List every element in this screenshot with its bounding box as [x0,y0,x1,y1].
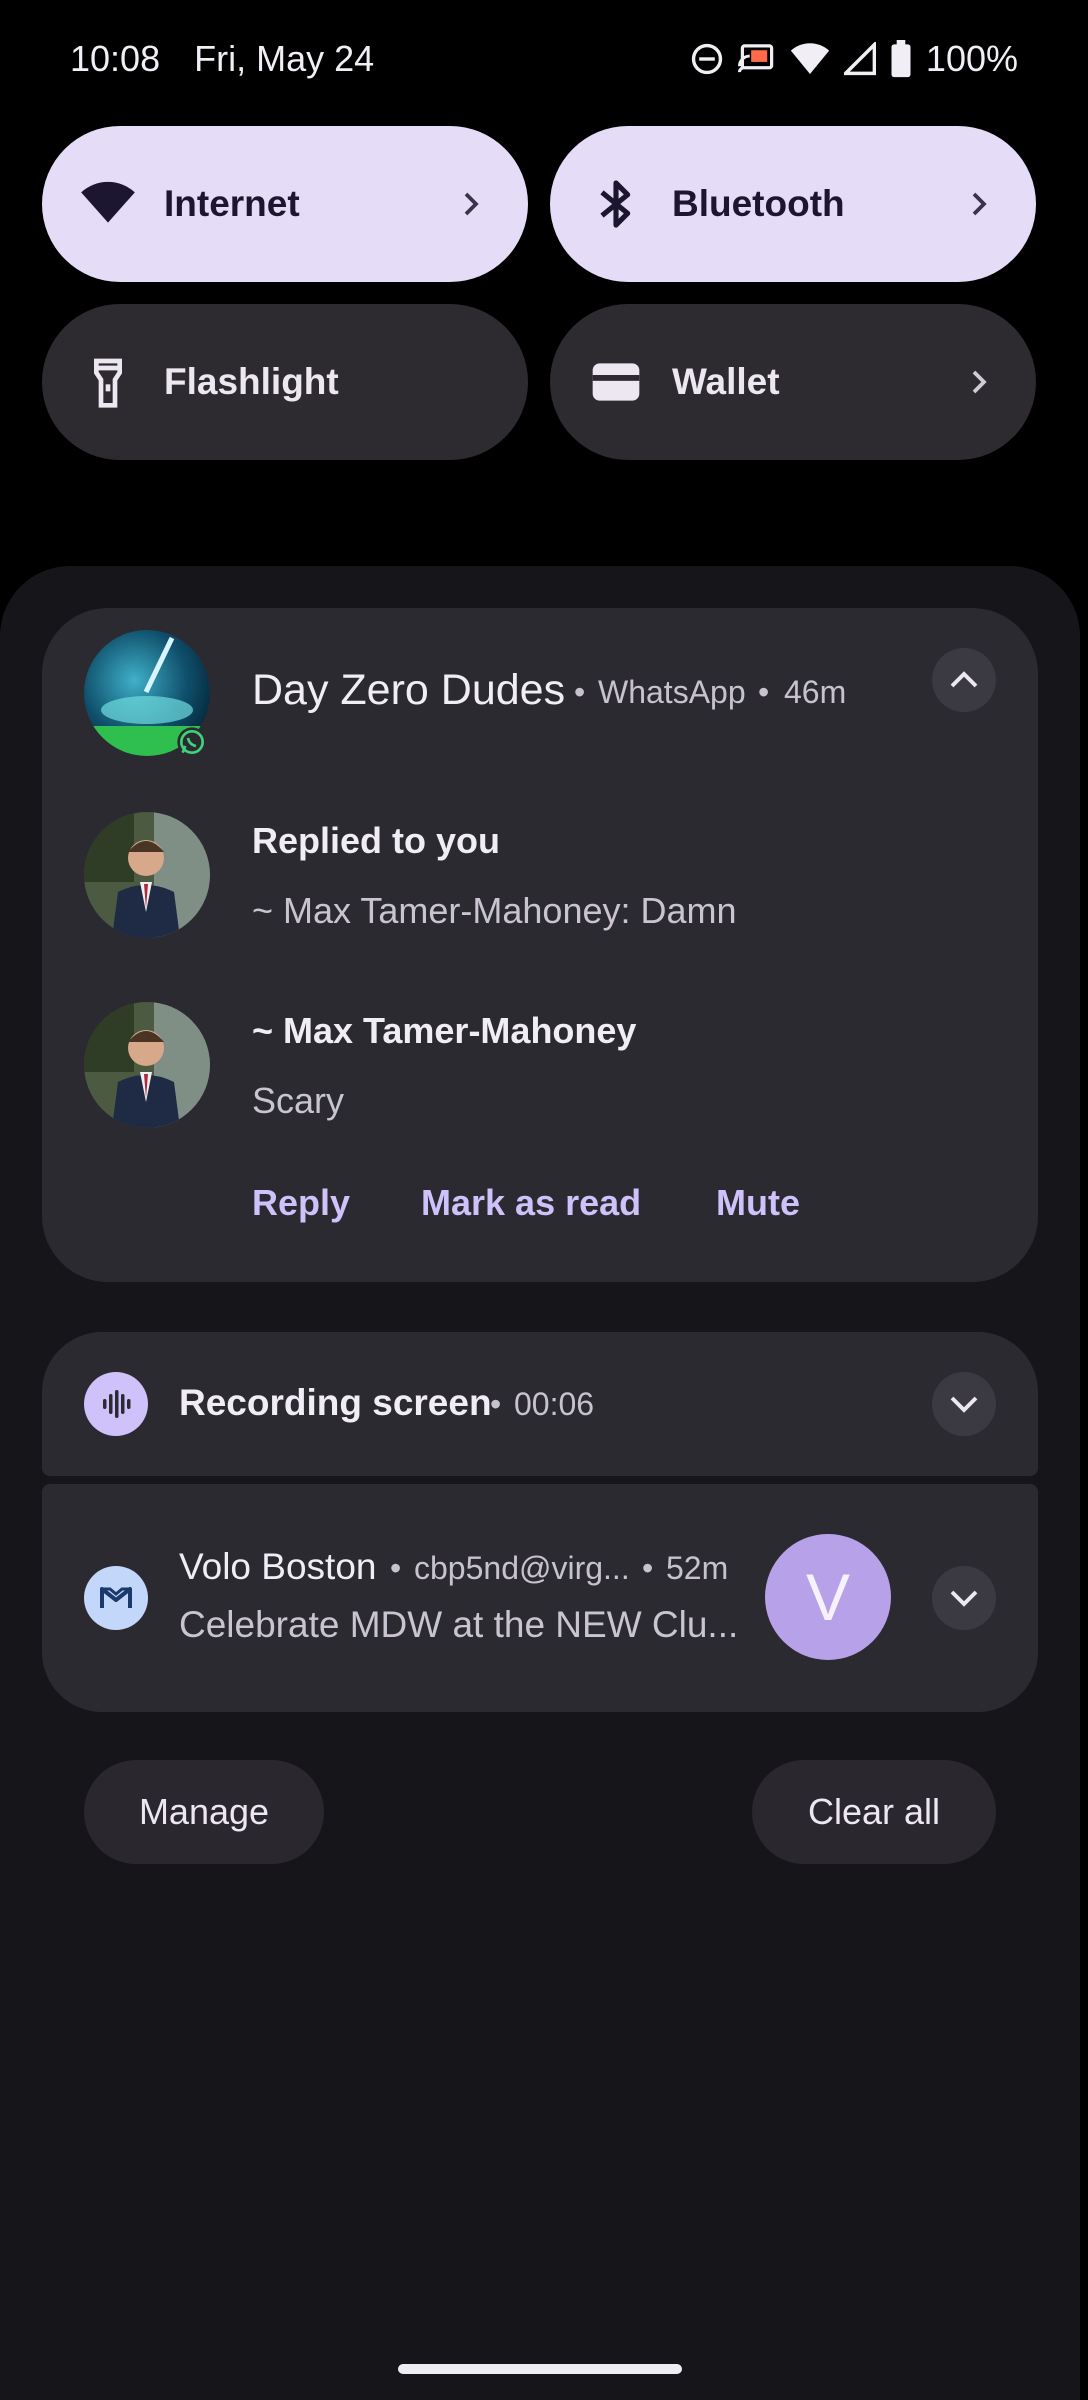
email-notification[interactable]: Volo Boston • cbp5nd@virg... • 52m Celeb… [42,1484,1038,1712]
tile-wallet[interactable]: Wallet [550,304,1036,460]
tile-internet[interactable]: Internet [42,126,528,282]
message-sender: ~ Max Tamer-Mahoney [252,1010,637,1051]
recorder-icon [84,1372,148,1436]
separator: • [758,674,770,710]
recording-elapsed: 00:06 [514,1386,595,1422]
chevron-up-icon [950,671,978,688]
bluetooth-icon [600,180,631,228]
clock: 10:08 [70,38,161,79]
notification-age: 52m [666,1550,729,1586]
clear-all-button[interactable]: Clear all [752,1760,996,1864]
email-preview: Celebrate MDW at the NEW Clu... [179,1604,739,1645]
expand-button[interactable] [932,1372,996,1436]
message-sender: Replied to you [252,820,501,861]
chevron-right-icon[interactable] [964,367,994,397]
whatsapp-notification[interactable]: Day Zero Dudes • WhatsApp • 46m Replied … [42,608,1038,1282]
wifi-icon [790,43,830,74]
collapse-button[interactable] [932,648,996,712]
tile-flashlight[interactable]: Flashlight [42,304,528,460]
email-account: cbp5nd@virg... [414,1550,630,1586]
battery-percent: 100% [925,38,1018,79]
expand-button[interactable] [932,1566,996,1630]
tile-label: Flashlight [164,361,339,402]
chevron-right-icon[interactable] [456,189,486,219]
chevron-down-icon [950,1396,978,1413]
tile-label: Wallet [672,361,780,402]
chevron-right-icon[interactable] [964,189,994,219]
chevron-down-icon [950,1590,978,1607]
do-not-disturb-icon [691,43,723,75]
mute-button[interactable]: Mute [716,1182,800,1224]
tile-bluetooth[interactable]: Bluetooth [550,126,1036,282]
reply-button[interactable]: Reply [252,1182,350,1224]
manage-button[interactable]: Manage [84,1760,324,1864]
recording-title: Recording screen [179,1382,492,1423]
separator: • [390,1550,402,1586]
tile-label: Bluetooth [672,183,845,224]
manage-label: Manage [138,1791,270,1832]
battery-icon [891,40,911,78]
email-sender: Volo Boston [179,1546,377,1587]
separator: • [642,1550,654,1586]
message-text: Scary [252,1080,345,1121]
notification-age: 46m [784,674,847,710]
wifi-icon [81,181,135,223]
sender-avatar [84,812,210,938]
cast-icon [737,44,774,73]
wallet-icon [592,363,640,401]
avatar-letter: V [805,1560,851,1634]
separator: • [490,1386,502,1422]
date: Fri, May 24 [194,38,375,79]
home-gesture-bar[interactable] [398,2364,682,2374]
sender-avatar [84,1002,210,1128]
status-bar: 10:08 Fri, May 24 100% [70,38,1018,88]
app-name: WhatsApp [598,674,746,710]
separator: • [574,674,586,710]
conversation-title: Day Zero Dudes [252,666,566,714]
mail-app-icon [84,1566,148,1630]
flashlight-icon [94,358,122,408]
mark-as-read-button[interactable]: Mark as read [421,1182,641,1224]
tile-label: Internet [164,183,300,224]
whatsapp-icon [177,727,207,757]
cell-signal-icon [843,42,876,76]
screen-recording-notification[interactable]: Recording screen • 00:06 [42,1332,1038,1476]
sender-avatar: V [765,1534,891,1660]
message-text: ~ Max Tamer-Mahoney: Damn [252,890,737,931]
clear-all-label: Clear all [807,1791,941,1832]
